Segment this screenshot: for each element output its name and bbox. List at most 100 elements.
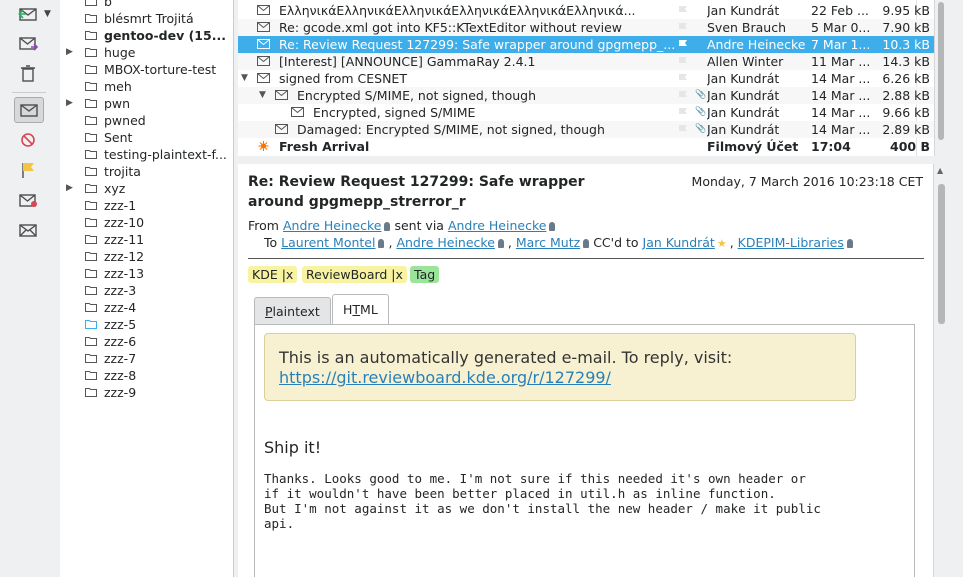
folder-icon — [85, 337, 97, 346]
message-row[interactable]: ▼ Encrypted S/MIME, not signed, though 📎 Ja… — [238, 87, 934, 104]
sent-via-link[interactable]: Andre Heinecke — [448, 218, 546, 233]
sent-via-label: sent via — [394, 218, 444, 233]
folder-item[interactable]: zzz-13 — [60, 265, 233, 282]
message-date: 22 Feb ... — [811, 3, 869, 18]
to-link-3[interactable]: Marc Mutz — [516, 235, 580, 250]
message-viewer: Re: Review Request 127299: Safe wrapper … — [238, 164, 933, 577]
scroll-up-arrow[interactable]: ▲ — [937, 166, 943, 175]
message-from: Andre Heinecke — [707, 37, 806, 52]
folder-item[interactable]: zzz-8 — [60, 367, 233, 384]
collapse-arrow-icon[interactable]: ▼ — [259, 87, 266, 104]
flag-icon[interactable] — [678, 39, 688, 49]
folder-item[interactable]: zzz-5 — [60, 316, 233, 333]
cc-link-1[interactable]: Jan Kundrát — [643, 235, 715, 250]
folder-item[interactable]: blésmrt Trojitá — [60, 10, 233, 27]
message-row[interactable]: ▼ signed from CESNET Jan Kundrát 14 Mar ...… — [238, 70, 934, 87]
delete-button[interactable] — [14, 62, 42, 86]
compose-button[interactable] — [14, 32, 42, 56]
message-size: 400 B — [890, 139, 930, 154]
body-line-3: But I'm not against it as we don't insta… — [264, 501, 821, 516]
folder-item[interactable]: trojita — [60, 163, 233, 180]
mailbox-button[interactable] — [14, 97, 44, 123]
reviewboard-notice: This is an automatically generated e-mai… — [264, 333, 856, 401]
folder-item[interactable]: Sent — [60, 129, 233, 146]
message-date: Monday, 7 March 2016 10:23:18 CET — [691, 174, 923, 189]
folder-label: zzz-5 — [104, 317, 137, 332]
compose-icon — [19, 37, 39, 51]
message-size: 14.3 kB — [882, 54, 930, 69]
to-link-2[interactable]: Andre Heinecke — [396, 235, 494, 250]
mark-unread-button[interactable] — [14, 188, 42, 212]
message-row[interactable]: Re: gcode.xml got into KF5::KTextEditor … — [238, 19, 934, 36]
folder-item[interactable]: b — [60, 0, 233, 10]
person-icon — [583, 239, 590, 248]
folder-item[interactable]: pwned — [60, 112, 233, 129]
message-from: Jan Kundrát — [707, 105, 780, 120]
folder-item[interactable]: zzz-7 — [60, 350, 233, 367]
flag-icon[interactable] — [678, 73, 688, 83]
message-row[interactable]: Fresh Arrival Filmový Účet 17:04 400 B — [238, 138, 934, 155]
folder-item[interactable]: zzz-9 — [60, 384, 233, 401]
flag-icon[interactable] — [678, 124, 688, 134]
folder-item[interactable]: gentoo-dev (15... — [60, 27, 233, 44]
folder-icon — [85, 48, 97, 57]
message-row[interactable]: ΕλληνικάΕλληνικάΕλληνικάΕλληνικάΕλληνικά… — [238, 2, 934, 19]
message-from: Jan Kundrát — [707, 3, 780, 18]
folder-label: gentoo-dev (15... — [104, 28, 226, 43]
folder-item[interactable]: zzz-1 — [60, 197, 233, 214]
folder-item[interactable]: ▶ xyz — [60, 180, 233, 197]
message-row[interactable]: Encrypted, signed S/MIME 📎 Jan Kundrát 14 M… — [238, 104, 934, 121]
folder-icon — [85, 82, 97, 91]
tag-add[interactable]: Tag — [410, 266, 440, 283]
folder-item[interactable]: ▶ pwn — [60, 95, 233, 112]
folder-item[interactable]: MBOX-torture-test — [60, 61, 233, 78]
folder-item[interactable]: meh — [60, 78, 233, 95]
from-link[interactable]: Andre Heinecke — [283, 218, 381, 233]
viewer-scrollbar[interactable]: ▲ — [933, 164, 949, 577]
cc-link-2[interactable]: KDEPIM-Libraries — [738, 235, 844, 250]
tab-plaintext[interactable]: Plaintext — [254, 297, 331, 325]
to-link-1[interactable]: Laurent Montel — [281, 235, 375, 250]
message-row[interactable]: Damaged: Encrypted S/MIME, not signed, t… — [238, 121, 934, 138]
notice-link[interactable]: https://git.reviewboard.kde.org/r/127299… — [279, 368, 611, 387]
folder-icon — [85, 320, 97, 329]
tab-html[interactable]: HTML — [332, 294, 389, 326]
folder-item[interactable]: zzz-4 — [60, 299, 233, 316]
expand-arrow-icon[interactable]: ▶ — [66, 44, 76, 61]
person-icon — [497, 239, 504, 248]
folder-item[interactable]: ▶ huge — [60, 44, 233, 61]
expand-arrow-icon[interactable]: ▶ — [66, 95, 76, 112]
message-row[interactable]: Re: Review Request 127299: Safe wrapper … — [238, 36, 934, 53]
folder-item[interactable]: zzz-11 — [60, 231, 233, 248]
folder-icon — [85, 218, 97, 227]
tag-reviewboard[interactable]: ReviewBoard |x — [302, 266, 407, 283]
message-subject: [Interest] [ANNOUNCE] GammaRay 2.4.1 — [279, 54, 536, 69]
folder-icon — [85, 269, 97, 278]
folder-label: zzz-3 — [104, 283, 137, 298]
mark-read-button[interactable] — [14, 218, 42, 242]
list-viewer-splitter[interactable] — [238, 156, 948, 164]
flag-icon[interactable] — [678, 107, 688, 117]
folder-item[interactable]: zzz-12 — [60, 248, 233, 265]
scrollbar-thumb[interactable] — [938, 184, 945, 324]
message-row[interactable]: [Interest] [ANNOUNCE] GammaRay 2.4.1 Alle… — [238, 53, 934, 70]
message-list-scrollbar[interactable] — [934, 0, 949, 156]
folder-label: MBOX-torture-test — [104, 62, 217, 77]
collapse-arrow-icon[interactable]: ▼ — [241, 70, 248, 87]
flag-button[interactable] — [14, 158, 42, 182]
flag-icon[interactable] — [678, 56, 688, 66]
folder-item[interactable]: zzz-3 — [60, 282, 233, 299]
check-mail-dropdown[interactable]: ▼ — [44, 9, 51, 19]
tag-kde[interactable]: KDE |x — [248, 266, 298, 283]
flag-icon[interactable] — [678, 90, 688, 100]
folder-item[interactable]: zzz-6 — [60, 333, 233, 350]
folder-item[interactable]: zzz-10 — [60, 214, 233, 231]
expand-arrow-icon[interactable]: ▶ — [66, 180, 76, 197]
mark-junk-button[interactable] — [14, 128, 42, 152]
flag-icon[interactable] — [678, 22, 688, 32]
folder-item[interactable]: testing-plaintext-f... — [60, 146, 233, 163]
check-mail-button[interactable] — [14, 2, 42, 26]
flag-icon[interactable] — [678, 5, 688, 15]
message-subject: Re: gcode.xml got into KF5::KTextEditor … — [279, 20, 622, 35]
scrollbar-thumb[interactable] — [938, 2, 944, 140]
